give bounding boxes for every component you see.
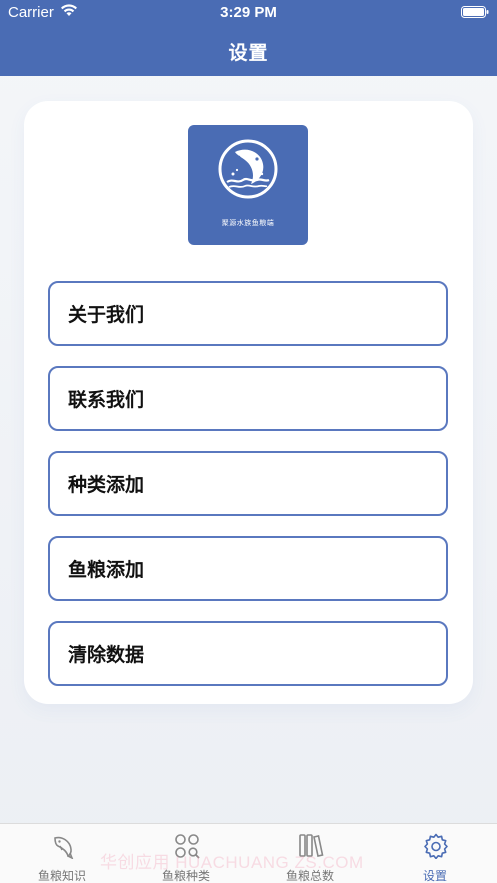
app-screen: Carrier 3:29 PM 设置 聚源水族鱼粮端 关于我们 联系我们 种类添… bbox=[0, 0, 497, 883]
clear-data-button[interactable]: 清除数据 bbox=[48, 621, 448, 686]
logo-text: 聚源水族鱼粮端 bbox=[221, 219, 275, 227]
status-bar: Carrier 3:29 PM bbox=[0, 0, 497, 24]
fish-icon bbox=[54, 836, 74, 859]
header-bar: Carrier 3:29 PM 设置 bbox=[0, 0, 497, 76]
app-logo: 聚源水族鱼粮端 bbox=[188, 125, 308, 245]
status-time: 3:29 PM bbox=[220, 4, 277, 21]
fish-emblem-icon bbox=[218, 139, 278, 199]
settings-card: 聚源水族鱼粮端 关于我们 联系我们 种类添加 鱼粮添加 清除数据 bbox=[24, 101, 473, 704]
watermark-text: 华创应用 HUACHUANG ZS.COM bbox=[100, 853, 364, 872]
add-fish-food-button[interactable]: 鱼粮添加 bbox=[48, 536, 448, 601]
battery-icon bbox=[461, 6, 489, 18]
about-us-button[interactable]: 关于我们 bbox=[48, 281, 448, 346]
contact-us-button[interactable]: 联系我们 bbox=[48, 366, 448, 431]
page-title: 设置 bbox=[228, 42, 269, 64]
add-category-button[interactable]: 种类添加 bbox=[48, 451, 448, 516]
gear-icon bbox=[424, 833, 448, 859]
